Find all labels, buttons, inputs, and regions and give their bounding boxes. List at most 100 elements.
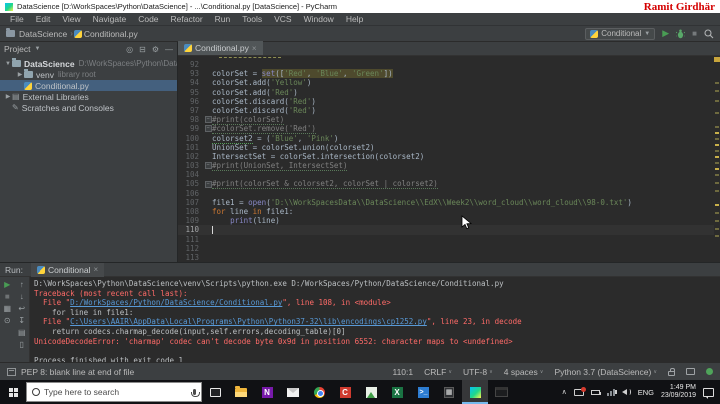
chevron-icon[interactable]: ▶	[16, 71, 24, 78]
toolwindow-toggle-icon[interactable]	[7, 367, 16, 376]
search-everywhere-icon[interactable]	[704, 28, 714, 39]
line-number[interactable]: 98	[178, 115, 204, 124]
battery-icon[interactable]	[590, 389, 601, 395]
fold-marker[interactable]	[204, 162, 212, 169]
status-4-spaces[interactable]: 4 spaces ∨	[504, 367, 544, 377]
line-number[interactable]: 102	[178, 152, 204, 161]
line-number[interactable]: 101	[178, 143, 204, 152]
line-number[interactable]: 99	[178, 124, 204, 133]
status-crlf[interactable]: CRLF ∨	[424, 367, 452, 377]
tree-item-datascience[interactable]: ▼ DataScienceD:\WorkSpaces\Python\DataSci…	[0, 58, 177, 69]
menu-help[interactable]: Help	[340, 14, 369, 24]
collapse-all-icon[interactable]: ⊟	[139, 45, 146, 54]
start-button[interactable]	[0, 380, 26, 404]
calculator-taskbar-icon[interactable]: ▦	[436, 380, 462, 404]
explorer-taskbar-icon[interactable]	[228, 380, 254, 404]
window-taskbar-icon[interactable]	[488, 380, 514, 404]
chevron-icon[interactable]: ▼	[4, 61, 12, 67]
hide-panel-icon[interactable]: —	[165, 45, 173, 54]
menu-window[interactable]: Window	[298, 14, 340, 24]
network-icon[interactable]	[606, 388, 615, 396]
menu-code[interactable]: Code	[132, 14, 164, 24]
camtasia-taskbar-icon[interactable]: C	[332, 380, 358, 404]
fold-marker[interactable]	[204, 125, 212, 132]
clock[interactable]: 1:49 PM 23/09/2019	[661, 384, 696, 400]
line-number[interactable]: 94	[178, 78, 204, 87]
stop-button[interactable]: ■	[692, 29, 697, 38]
stop-icon[interactable]: ■	[5, 292, 10, 301]
tree-item-external-libraries[interactable]: ▶ ▤ External Libraries	[0, 91, 177, 102]
excel-taskbar-icon[interactable]: X	[384, 380, 410, 404]
menu-navigate[interactable]: Navigate	[87, 14, 133, 24]
line-number[interactable]: 106	[178, 189, 204, 198]
scroll-to-end-icon[interactable]: ↧	[18, 316, 25, 325]
line-number[interactable]: 108	[178, 207, 204, 216]
display-notification-icon[interactable]	[573, 386, 586, 396]
stack-trace-link[interactable]: D:/WorkSpaces/Python/DataScience/Conditi…	[70, 298, 282, 307]
close-tab-icon[interactable]: ×	[94, 265, 99, 274]
line-number[interactable]: 112	[178, 244, 204, 253]
close-tab-icon[interactable]: ×	[252, 44, 257, 53]
clear-all-icon[interactable]: ▯	[20, 340, 24, 349]
line-number[interactable]: 113	[178, 253, 204, 262]
error-stripe[interactable]	[714, 56, 720, 262]
debug-button[interactable]	[676, 29, 686, 39]
line-number[interactable]: 110	[178, 225, 204, 234]
run-console[interactable]: D:\WorkSpaces\Python\DataScience\venv\Sc…	[30, 277, 720, 362]
screen-reader-icon[interactable]	[686, 368, 695, 375]
fold-marker[interactable]	[204, 116, 212, 123]
line-number[interactable]: 111	[178, 235, 204, 244]
status-110-1[interactable]: 110:1	[392, 367, 413, 377]
settings-gear-icon[interactable]: ⚙	[152, 45, 159, 54]
status-utf-8[interactable]: UTF-8 ∨	[463, 367, 493, 377]
event-log-indicator[interactable]	[706, 368, 713, 375]
breadcrumb-project[interactable]: DataScience	[19, 29, 67, 39]
line-number[interactable]: 105	[178, 179, 204, 188]
menu-view[interactable]: View	[56, 14, 86, 24]
project-panel-header[interactable]: Project ▼ ◎ ⊟ ⚙ —	[0, 42, 177, 56]
powershell-taskbar-icon[interactable]: >_	[410, 380, 436, 404]
menu-run[interactable]: Run	[209, 14, 237, 24]
line-number[interactable]: 107	[178, 198, 204, 207]
line-number[interactable]: 93	[178, 69, 204, 78]
line-number[interactable]: 92	[178, 60, 204, 69]
run-tab-conditional[interactable]: Conditional ×	[30, 262, 105, 277]
language-indicator[interactable]: ENG	[638, 388, 654, 397]
line-number[interactable]: 103	[178, 161, 204, 170]
image-app-taskbar-icon[interactable]	[358, 380, 384, 404]
status-python-3-7-datascience[interactable]: Python 3.7 (DataScience) ∨	[554, 367, 657, 377]
print-icon[interactable]: ▤	[18, 328, 26, 337]
menu-file[interactable]: File	[4, 14, 30, 24]
hidden-icons-chevron[interactable]: ∧	[562, 388, 567, 396]
chrome-taskbar-icon[interactable]	[306, 380, 332, 404]
run-button[interactable]: ▶	[662, 29, 669, 38]
chevron-icon[interactable]: ▶	[4, 93, 12, 100]
line-number[interactable]: 109	[178, 216, 204, 225]
line-number[interactable]: 100	[178, 134, 204, 143]
up-stack-trace-icon[interactable]: ↑	[20, 280, 24, 289]
pycharm-taskbar-icon[interactable]	[462, 380, 488, 404]
code-editor[interactable]: 92 93 colorSet = set(['Red', 'Blue', 'Gree…	[178, 56, 720, 262]
run-configuration-select[interactable]: Conditional ▼	[585, 27, 656, 40]
action-center-icon[interactable]	[703, 387, 714, 399]
line-number[interactable]: 104	[178, 170, 204, 179]
fold-marker[interactable]	[204, 181, 212, 188]
line-number[interactable]: 96	[178, 97, 204, 106]
editor-tab-conditional[interactable]: Conditional.py ×	[178, 41, 263, 55]
line-number[interactable]: 95	[178, 88, 204, 97]
taskview-taskbar-icon[interactable]	[202, 380, 228, 404]
down-stack-trace-icon[interactable]: ↓	[20, 292, 24, 301]
mail-taskbar-icon[interactable]	[280, 380, 306, 404]
menu-refactor[interactable]: Refactor	[165, 14, 209, 24]
onenote-taskbar-icon[interactable]: N	[254, 380, 280, 404]
restore-layout-icon[interactable]: ▦	[3, 304, 11, 313]
volume-icon[interactable]	[614, 389, 631, 395]
tree-item-conditional-py[interactable]: Conditional.py	[0, 80, 177, 91]
pin-tab-icon[interactable]: ⊙	[4, 316, 11, 325]
rerun-icon[interactable]: ▶	[4, 280, 10, 289]
tree-item-scratches-and-consoles[interactable]: ✎ Scratches and Consoles	[0, 102, 177, 113]
breadcrumb-file[interactable]: Conditional.py	[84, 29, 138, 39]
menu-vcs[interactable]: VCS	[268, 14, 297, 24]
tree-item-venv[interactable]: ▶ venv library root	[0, 69, 177, 80]
menu-edit[interactable]: Edit	[30, 14, 57, 24]
